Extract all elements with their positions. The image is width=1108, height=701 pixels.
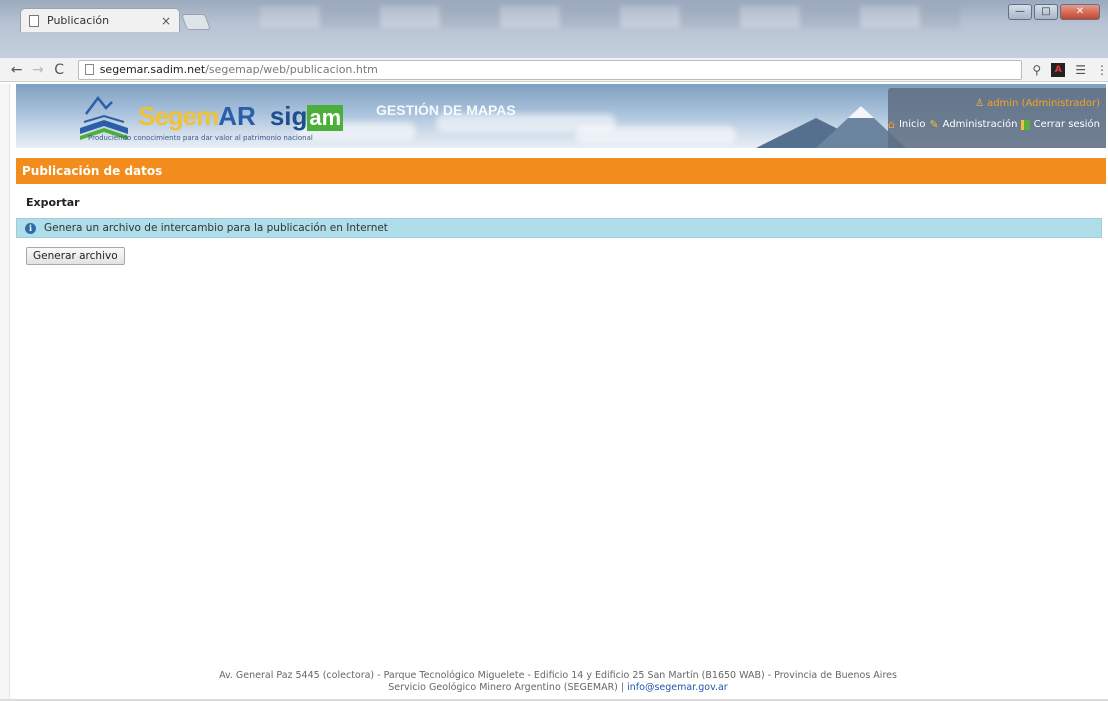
reload-button[interactable]: C [50,62,67,78]
address-bar[interactable]: segemar.sadim.net /segemap/web/publicaci… [77,59,1023,80]
home-icon: ⌂ [888,118,895,131]
footer-email-link[interactable]: info@segemar.gov.ar [627,682,728,693]
user-name[interactable]: admin (Administrador) [987,98,1100,109]
export-subheader: Exportar [26,196,80,209]
page-icon [84,64,94,75]
browser-menu-icon[interactable]: ⋮ [1096,63,1108,77]
generate-file-button[interactable]: Generar archivo [26,247,125,265]
minimize-button[interactable]: — [1008,4,1032,20]
page-content: Segem AR sig am Produciendo conocimiento … [10,84,1106,701]
page-icon [29,14,39,27]
page-footer: Av. General Paz 5445 (colectora) - Parqu… [10,670,1106,694]
mountain-snowcap [848,106,874,118]
back-button[interactable]: ← [8,62,25,78]
logo-sig-text: sig [269,101,308,131]
maximize-button[interactable]: □ [1034,4,1058,20]
tab-close-icon[interactable]: × [161,14,171,28]
wrench-icon: ✎ [929,118,939,131]
admin-link[interactable]: Administración [943,119,1018,130]
logo-tagline: Produciendo conocimiento para dar valor … [88,134,313,142]
footer-address: Av. General Paz 5445 (colectora) - Parqu… [219,670,897,681]
url-path: /segemap/web/publicacion.htm [205,63,378,76]
page-left-border [0,84,10,701]
header-banner: Segem AR sig am Produciendo conocimiento … [16,84,1106,148]
browser-tab[interactable]: Publicación × [20,8,180,32]
logo-am-text: am [307,105,344,131]
window-titlebar: Publicación × — □ ✕ [0,0,1108,58]
info-alert: i Genera un archivo de intercambio para … [16,218,1102,238]
footer-org: Servicio Geológico Minero Argentino (SEG… [388,682,628,693]
tab-title: Publicación [47,14,110,27]
logout-icon [1021,119,1030,130]
user-panel: ♙ admin (Administrador) ⌂ Inicio ✎ Admin… [888,88,1106,148]
banner-title: GESTIÓN DE MAPAS [376,102,516,118]
extension-icons: ⚲ A ☰ ⋮ [1032,62,1108,77]
window-controls: — □ ✕ [1008,4,1100,20]
url-host: segemar.sadim.net [99,63,206,76]
browser-toolbar: ← → C segemar.sadim.net /segemap/web/pub… [0,58,1108,82]
new-tab-button[interactable] [181,14,211,30]
key-extension-icon[interactable]: ⚲ [1032,63,1041,77]
logo-ar-text: AR [218,101,256,131]
logo-segem-text: Segem [138,101,219,131]
footer-org-line: Servicio Geológico Minero Argentino (SEG… [10,682,1106,694]
forward-button[interactable]: → [29,62,46,78]
info-text: Genera un archivo de intercambio para la… [44,222,388,234]
home-link[interactable]: Inicio [899,119,925,130]
user-icon: ♙ [975,97,985,109]
section-title: Publicación de datos [16,158,1106,184]
extension-icon[interactable]: ☰ [1075,63,1086,77]
info-icon: i [25,222,36,234]
close-window-button[interactable]: ✕ [1060,4,1100,20]
pdf-extension-icon[interactable]: A [1051,62,1066,77]
logout-link[interactable]: Cerrar sesión [1034,119,1100,130]
